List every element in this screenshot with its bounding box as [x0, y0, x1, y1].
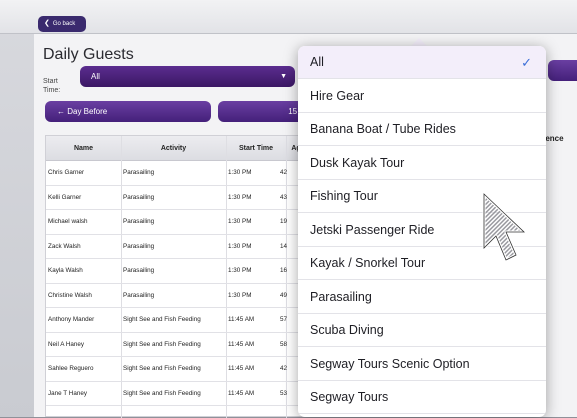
table-row[interactable]: Michael walsh Parasailing 1:30 PM 19 — [46, 210, 306, 235]
chevron-down-icon: ▼ — [280, 73, 287, 80]
guest-name-cell: Michael walsh — [48, 218, 88, 225]
age-cell: 42 — [280, 169, 288, 176]
activity-cell: Parasailing — [123, 193, 155, 201]
start-time-cell: 11:45 AM — [228, 316, 255, 323]
chevron-left-icon: ❮ — [44, 20, 50, 27]
activity-cell: Sight See and Fish Feeding — [123, 340, 201, 348]
table-row[interactable]: Kelli Garner Parasailing 1:30 PM 43 — [46, 186, 306, 210]
activity-cell: Parasailing — [123, 267, 155, 274]
start-time-cell: 11:45 AM — [228, 340, 255, 348]
table-header: Name Activity Start Time Ag — [46, 136, 306, 161]
go-back-button[interactable]: ❮ Go back — [38, 16, 86, 32]
mouse-cursor-icon — [482, 192, 526, 262]
guest-name-cell: Christine Walsh — [48, 291, 92, 299]
start-time-cell: 1:30 PM — [228, 193, 252, 201]
activity-cell: Sight See and Fish Feeding — [123, 316, 201, 323]
right-filter-button[interactable] — [548, 60, 577, 81]
go-back-label: Go back — [52, 21, 76, 27]
table-row[interactable]: Zack Walsh Parasailing 1:30 PM 14 — [46, 235, 306, 259]
age-cell: 58 — [280, 340, 288, 348]
dropdown-option-label: Dusk Kayak Tour — [310, 155, 405, 170]
checkmark-icon: ✓ — [521, 55, 532, 70]
start-time-cell: 1:30 PM — [228, 267, 252, 274]
age-cell: 42 — [280, 365, 288, 372]
guest-name-cell: Jane T Haney — [48, 389, 87, 397]
age-cell: 53 — [280, 389, 288, 397]
dropdown-option-label: Segway Tours — [310, 390, 389, 404]
dropdown-option[interactable]: Banana Boat / Tube Rides — [298, 113, 546, 146]
dropdown-option[interactable]: Hire Gear — [298, 80, 546, 113]
dropdown-option[interactable]: Parasailing — [298, 281, 546, 314]
app-window: ❮ Go back Daily Guests Start Time: All ▼ … — [0, 0, 577, 418]
dropdown-option-label: Hire Gear — [310, 88, 365, 103]
dropdown-option-label: Banana Boat / Tube Rides — [310, 122, 456, 136]
table-row[interactable]: Neil A Haney Sight See and Fish Feeding 11… — [46, 333, 306, 357]
dropdown-option-label: Parasailing — [310, 289, 372, 304]
activity-cell: Sight See and Fish Feeding — [123, 365, 201, 372]
table-row[interactable]: Sahlee Reguero Sight See and Fish Feeding… — [46, 357, 306, 382]
column-header-activity[interactable]: Activity — [121, 136, 226, 161]
table-row[interactable]: Kayla Walsh Parasailing 1:30 PM 16 — [46, 259, 306, 284]
dropdown-option-label: Scuba Diving — [310, 323, 384, 337]
day-before-button[interactable]: ← Day Before — [45, 101, 211, 122]
dropdown-option-label: Fishing Tour — [310, 189, 378, 203]
activity-cell: Parasailing — [123, 291, 155, 299]
dropdown-option[interactable]: Dusk Kayak Tour — [298, 147, 546, 180]
start-time-cell: 1:30 PM — [228, 242, 252, 250]
guest-name-cell: Kayla Walsh — [48, 267, 83, 274]
age-cell: 49 — [280, 291, 288, 299]
dropdown-option[interactable]: Segway Tours — [298, 381, 546, 414]
age-cell: 14 — [280, 242, 288, 250]
age-cell: 43 — [280, 193, 288, 201]
activity-cell: Parasailing — [123, 242, 155, 250]
start-time-value: All — [91, 72, 100, 81]
guest-name-cell: Sahlee Reguero — [48, 365, 94, 372]
start-time-cell: 1:30 PM — [228, 218, 252, 225]
dropdown-option-label: Jetski Passenger Ride — [310, 222, 435, 237]
table-row[interactable]: Anthony Mander Sight See and Fish Feeding… — [46, 308, 306, 333]
guest-name-cell: Zack Walsh — [48, 242, 81, 250]
dropdown-option-label: All — [310, 55, 324, 69]
guest-name-cell: Neil A Haney — [48, 340, 85, 348]
dropdown-option-label: Kayak / Snorkel Tour — [310, 256, 426, 270]
date-button[interactable]: 15 - — [218, 101, 308, 122]
guest-name-cell: Anthony Mander — [48, 316, 95, 323]
column-header-name[interactable]: Name — [46, 136, 121, 161]
start-time-cell: 1:30 PM — [228, 291, 252, 299]
guest-name-cell: Chris Garner — [48, 169, 85, 176]
dropdown-option[interactable]: All ✓ — [298, 46, 546, 79]
dropdown-option[interactable]: Segway Tours Scenic Option — [298, 348, 546, 381]
dropdown-option-label: Segway Tours Scenic Option — [310, 356, 470, 371]
activity-cell: Parasailing — [123, 169, 155, 176]
dropdown-option[interactable]: Scuba Diving — [298, 314, 546, 347]
start-time-select[interactable]: All ▼ — [80, 66, 295, 87]
table-row[interactable]: Jane T Haney Sight See and Fish Feeding 11… — [46, 382, 306, 406]
start-time-cell: 11:45 AM — [228, 389, 255, 397]
table-row[interactable]: Christine Walsh Parasailing 1:30 PM 49 — [46, 284, 306, 308]
age-cell: 19 — [280, 218, 288, 225]
guest-name-cell: Kelli Garner — [48, 193, 82, 201]
table-row[interactable]: Chris Garner Parasailing 1:30 PM 42 — [46, 161, 306, 186]
activity-cell: Sight See and Fish Feeding — [123, 389, 201, 397]
top-bar: ❮ Go back — [0, 0, 577, 34]
age-cell: 57 — [280, 316, 288, 323]
start-time-label: Start Time: — [43, 78, 61, 94]
start-time-cell: 11:45 AM — [228, 365, 255, 372]
activity-cell: Parasailing — [123, 218, 155, 225]
column-header-start-time[interactable]: Start Time — [226, 136, 286, 161]
guests-table: Name Activity Start Time Ag Chris Garner… — [45, 135, 306, 418]
age-cell: 16 — [280, 267, 288, 274]
start-time-cell: 1:30 PM — [228, 169, 252, 176]
page-title: Daily Guests — [43, 46, 134, 63]
